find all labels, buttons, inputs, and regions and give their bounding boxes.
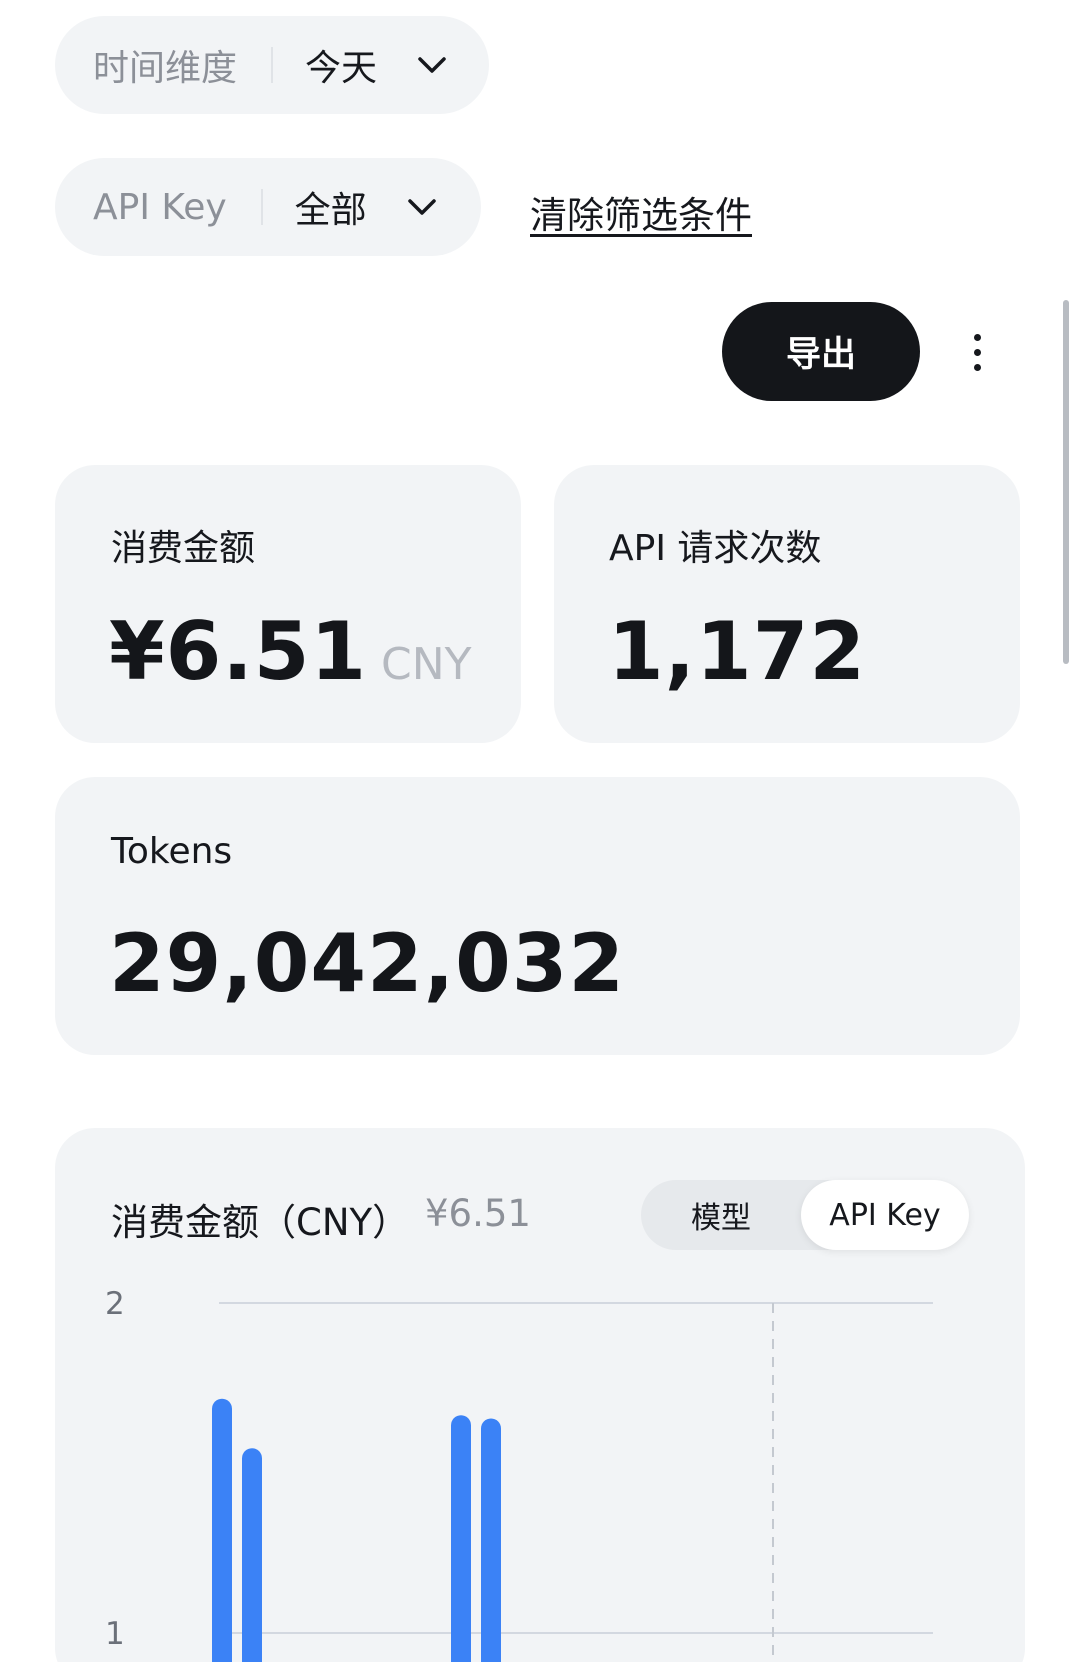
chart-bar <box>242 1448 262 1662</box>
requests-title: API 请求次数 <box>609 528 822 569</box>
scrollbar[interactable] <box>1063 300 1069 664</box>
export-button[interactable]: 导出 <box>722 302 920 401</box>
requests-value: 1,172 <box>608 605 867 698</box>
chart-bar <box>212 1398 232 1662</box>
api-key-label: API Key <box>93 186 227 228</box>
spend-value-row: ¥6.51 CNY <box>109 605 472 698</box>
tokens-card: Tokens 29,042,032 <box>55 777 1020 1055</box>
time-dimension-select[interactable]: 时间维度 今天 <box>55 16 489 114</box>
pill-divider <box>260 189 263 225</box>
dot <box>973 348 981 356</box>
spend-unit: CNY <box>381 639 472 690</box>
y-tick-label: 2 <box>105 1286 125 1322</box>
y-tick-label: 1 <box>105 1616 125 1652</box>
time-dimension-value: 今天 <box>305 48 378 89</box>
spend-bar-chart: 21 <box>105 1286 933 1662</box>
more-vertical-icon[interactable] <box>960 322 994 382</box>
pill-divider <box>271 47 274 83</box>
clear-filters-link[interactable]: 清除筛选条件 <box>530 185 752 239</box>
requests-card: API 请求次数 1,172 <box>554 465 1020 743</box>
api-key-value: 全部 <box>294 190 367 231</box>
spend-value: ¥6.51 <box>109 605 368 698</box>
time-dimension-label: 时间维度 <box>93 48 238 89</box>
spend-card: 消费金额 ¥6.51 CNY <box>55 465 521 743</box>
dot <box>973 363 981 371</box>
api-key-select[interactable]: API Key 全部 <box>55 158 481 256</box>
spend-chart-card: 消费金额（CNY） ¥6.51 模型 API Key 21 <box>55 1128 1025 1662</box>
spend-title: 消费金额 <box>111 528 256 569</box>
chevron-down-icon <box>407 199 436 215</box>
tokens-title: Tokens <box>111 831 233 872</box>
chevron-down-icon <box>418 57 446 73</box>
tokens-value: 29,042,032 <box>109 917 626 1010</box>
chart-bar <box>481 1418 501 1662</box>
dot <box>973 333 981 341</box>
chart-bar <box>451 1415 471 1662</box>
